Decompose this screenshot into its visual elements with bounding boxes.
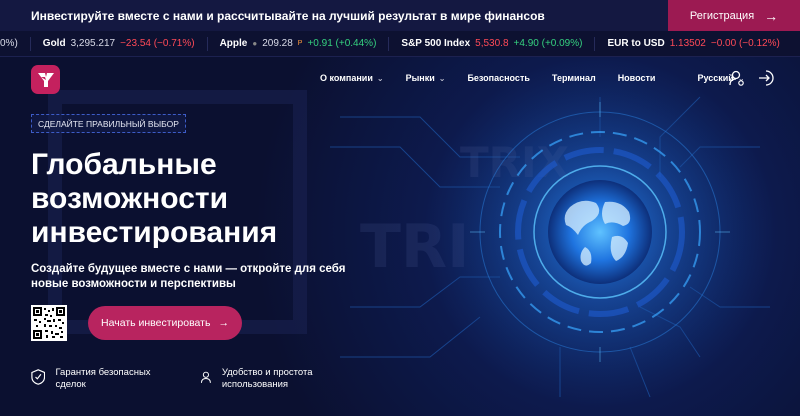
qr-code[interactable] bbox=[31, 305, 67, 341]
feature-label: Удобство и простота использования bbox=[221, 367, 313, 390]
arrow-right-icon: → bbox=[764, 7, 779, 24]
ticker-change: −0.00 (−0.12%) bbox=[710, 38, 780, 49]
ticker-change: +4.90 (+0.09%) bbox=[513, 38, 583, 49]
ticker-price: 209.28 bbox=[262, 38, 293, 49]
ticker-name: S&P 500 Index bbox=[401, 38, 471, 49]
ticker-item[interactable]: 0%) bbox=[0, 36, 31, 51]
nav-item-markets[interactable]: Рынки ⌄ bbox=[406, 73, 446, 83]
main-nav: О компании ⌄ Рынки ⌄ Безопасность Термин… bbox=[320, 73, 745, 83]
start-investing-button[interactable]: Начать инвестировать → bbox=[88, 306, 242, 340]
promo-bar: Инвестируйте вместе с нами и рассчитывай… bbox=[0, 0, 800, 31]
page-title: Глобальные возможности инвестирования bbox=[31, 148, 278, 249]
dot-icon: ● bbox=[252, 39, 258, 48]
shield-icon bbox=[31, 369, 46, 385]
ticker-item[interactable]: EUR to USD 1.13502 −0.00 (−0.12%) bbox=[595, 37, 791, 51]
logo-icon bbox=[37, 72, 54, 87]
hero-badge: СДЕЛАЙТЕ ПРАВИЛЬНЫЙ ВЫБОР bbox=[31, 114, 186, 133]
hero-subtitle: Создайте будущее вместе с нами — откройт… bbox=[31, 263, 346, 290]
promo-text: Инвестируйте вместе с нами и рассчитывай… bbox=[31, 8, 545, 23]
ticker-item[interactable]: Apple ● 209.28 P +0.91 (+0.44%) bbox=[208, 36, 390, 51]
nav-item-label: Рынки bbox=[405, 73, 435, 83]
nav-item-about[interactable]: О компании ⌄ bbox=[320, 73, 384, 83]
ticker-name: Apple bbox=[219, 38, 248, 49]
brand-logo[interactable] bbox=[31, 65, 60, 94]
user-settings-icon bbox=[729, 70, 744, 86]
price-ticker: 0%) Gold 3,295.217 −23.54 (−0.71%) Apple… bbox=[0, 31, 800, 57]
nav-item-news[interactable]: Новости bbox=[618, 73, 656, 83]
feature-label: Гарантия безопасных сделок bbox=[55, 367, 151, 390]
login-button[interactable] bbox=[758, 69, 776, 87]
ticker-price: 5,530.8 bbox=[475, 38, 509, 49]
nav-item-terminal[interactable]: Терминал bbox=[552, 73, 596, 83]
nav-item-label: Новости bbox=[617, 73, 656, 83]
ticker-item[interactable]: S&P 500 Index 5,530.8 +4.90 (+0.09%) bbox=[389, 36, 596, 51]
ticker-item[interactable]: Gold 3,295.217 −23.54 (−0.71%) bbox=[31, 36, 208, 51]
ticker-price: 3,295.217 bbox=[70, 38, 116, 49]
register-button[interactable]: Регистрация → bbox=[668, 0, 800, 31]
chevron-down-icon: ⌄ bbox=[376, 73, 384, 83]
ticker-change: 0%) bbox=[0, 38, 18, 49]
arrow-right-icon: → bbox=[218, 317, 229, 329]
account-button[interactable] bbox=[728, 69, 746, 87]
feature-secure-deals: Гарантия безопасных сделок bbox=[31, 367, 171, 391]
user-icon bbox=[200, 371, 211, 383]
nav-item-security[interactable]: Безопасность bbox=[467, 73, 529, 83]
feature-ease-of-use: Удобство и простота использования bbox=[200, 367, 340, 391]
ticker-price: 1.13502 bbox=[669, 38, 706, 49]
nav-item-label: О компании bbox=[320, 73, 373, 83]
ticker-change: −23.54 (−0.71%) bbox=[120, 38, 195, 49]
ticker-marker: P bbox=[297, 40, 303, 47]
nav-item-label: Безопасность bbox=[467, 73, 530, 83]
register-button-label: Регистрация bbox=[689, 9, 755, 22]
login-icon bbox=[759, 70, 774, 86]
chevron-down-icon: ⌄ bbox=[438, 73, 446, 83]
ticker-change: +0.91 (+0.44%) bbox=[307, 38, 377, 49]
start-investing-label: Начать инвестировать bbox=[101, 317, 211, 329]
nav-item-label: Терминал bbox=[551, 73, 596, 83]
qr-code-icon bbox=[33, 307, 65, 339]
ticker-name: Gold bbox=[42, 38, 66, 49]
ticker-name: EUR to USD bbox=[607, 38, 665, 49]
